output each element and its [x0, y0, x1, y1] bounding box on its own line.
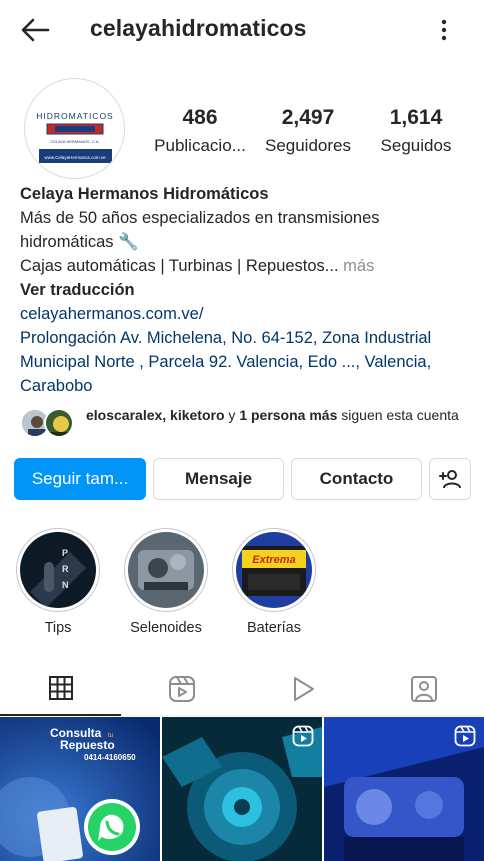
website-link[interactable]: celayahermanos.com.ve/ — [20, 302, 470, 326]
svg-text:HIDROMATICOS: HIDROMATICOS — [36, 111, 113, 121]
tagged-icon — [410, 676, 437, 702]
profile-tabs — [0, 662, 484, 716]
svg-text:CELAYA HERMANOS, C.A.: CELAYA HERMANOS, C.A. — [50, 139, 99, 144]
stat-followers[interactable]: 2,497 Seguidores — [260, 106, 356, 156]
follower-names: eloscaralex, kiketoro — [86, 407, 225, 423]
highlight-selenoides[interactable]: Selenoides — [124, 528, 208, 636]
play-icon — [293, 677, 314, 701]
bio-line-2: hidromáticas 🔧 — [20, 233, 139, 251]
follower-others: 1 persona más — [239, 407, 338, 423]
see-translation-link[interactable]: Ver traducción — [20, 278, 470, 302]
tab-posts-grid[interactable] — [0, 662, 121, 716]
message-button[interactable]: Mensaje — [153, 458, 284, 500]
followed-by[interactable]: eloscaralex, kiketoro y 1 persona más si… — [20, 406, 470, 446]
arrow-left-icon — [21, 18, 50, 42]
highlight-label: Selenoides — [130, 620, 202, 636]
followers-count: 2,497 — [281, 106, 335, 129]
following-label: Seguidos — [380, 136, 452, 155]
bio-line-1: Más de 50 años especializados en transmi… — [20, 209, 380, 227]
highlight-tips[interactable]: P R N Tips — [16, 528, 100, 636]
bio-line-3-row: Cajas automáticas | Turbinas | Repuestos… — [20, 254, 470, 278]
back-button[interactable] — [18, 14, 52, 46]
address-line-3[interactable]: Carabobo — [20, 374, 470, 398]
post-tile[interactable] — [324, 717, 484, 861]
add-person-icon — [439, 470, 461, 489]
profile-full-name: Celaya Hermanos Hidromáticos — [20, 185, 269, 203]
stat-following[interactable]: 1,614 Seguidos — [368, 106, 464, 156]
suggested-accounts-button[interactable] — [429, 458, 471, 500]
highlight-label: Baterías — [247, 620, 301, 636]
stat-posts[interactable]: 486 Publicacio... — [152, 106, 248, 156]
post-tile[interactable]: Consulta tu Repuesto 0414-4160650 — [0, 717, 160, 861]
svg-text:www.CelayaHermanos.com.ve: www.CelayaHermanos.com.ve — [44, 155, 106, 160]
address-line-2[interactable]: Municipal Norte , Parcela 92. Valencia, … — [20, 350, 470, 374]
tab-reels[interactable] — [121, 662, 242, 716]
post-tile[interactable] — [162, 717, 322, 861]
tab-videos[interactable] — [242, 662, 363, 716]
highlight-label: Tips — [44, 620, 72, 636]
svg-text:P: P — [62, 548, 68, 558]
reels-icon — [454, 725, 476, 747]
svg-text:Repuesto: Repuesto — [60, 738, 115, 752]
following-count: 1,614 — [389, 106, 443, 129]
posts-grid: Consulta tu Repuesto 0414-4160650 — [0, 717, 484, 861]
profile-bio: Celaya Hermanos Hidromáticos Más de 50 a… — [20, 182, 470, 398]
svg-text:R: R — [62, 564, 69, 574]
contact-button[interactable]: Contacto — [291, 458, 422, 500]
grid-icon — [48, 676, 73, 700]
tab-tagged[interactable] — [363, 662, 484, 716]
reels-icon — [168, 676, 195, 702]
address-line-1[interactable]: Prolongación Av. Michelena, No. 64-152, … — [20, 326, 470, 350]
top-bar: celayahidromaticos — [0, 0, 484, 60]
bio-line-3: Cajas automáticas | Turbinas | Repuestos… — [20, 257, 339, 275]
reels-icon — [292, 725, 314, 747]
posts-label: Publicacio... — [154, 136, 246, 155]
followers-label: Seguidores — [264, 136, 351, 155]
highlight-cover: P R N — [20, 532, 96, 608]
follow-button[interactable]: Seguir tam... — [14, 458, 146, 500]
profile-avatar[interactable]: HIDROMATICOS CELAYA HERMANOS, C.A. www.C… — [24, 78, 125, 179]
company-logo: HIDROMATICOS CELAYA HERMANOS, C.A. www.C… — [25, 79, 124, 178]
options-button[interactable] — [432, 16, 456, 44]
follower-avatar — [44, 408, 74, 438]
more-vertical-icon — [441, 19, 447, 41]
bio-more-link[interactable]: más — [339, 257, 374, 275]
svg-text:Extrema: Extrema — [252, 554, 295, 566]
highlight-baterias[interactable]: Extrema Baterías — [232, 528, 316, 636]
highlight-cover — [128, 532, 204, 608]
svg-text:N: N — [62, 580, 69, 590]
svg-text:0414-4160650: 0414-4160650 — [84, 753, 136, 762]
followed-by-text: eloscaralex, kiketoro y 1 persona más si… — [86, 407, 459, 423]
highlight-cover: Extrema — [236, 532, 312, 608]
posts-count: 486 — [182, 106, 218, 129]
profile-username: celayahidromaticos — [90, 15, 307, 41]
